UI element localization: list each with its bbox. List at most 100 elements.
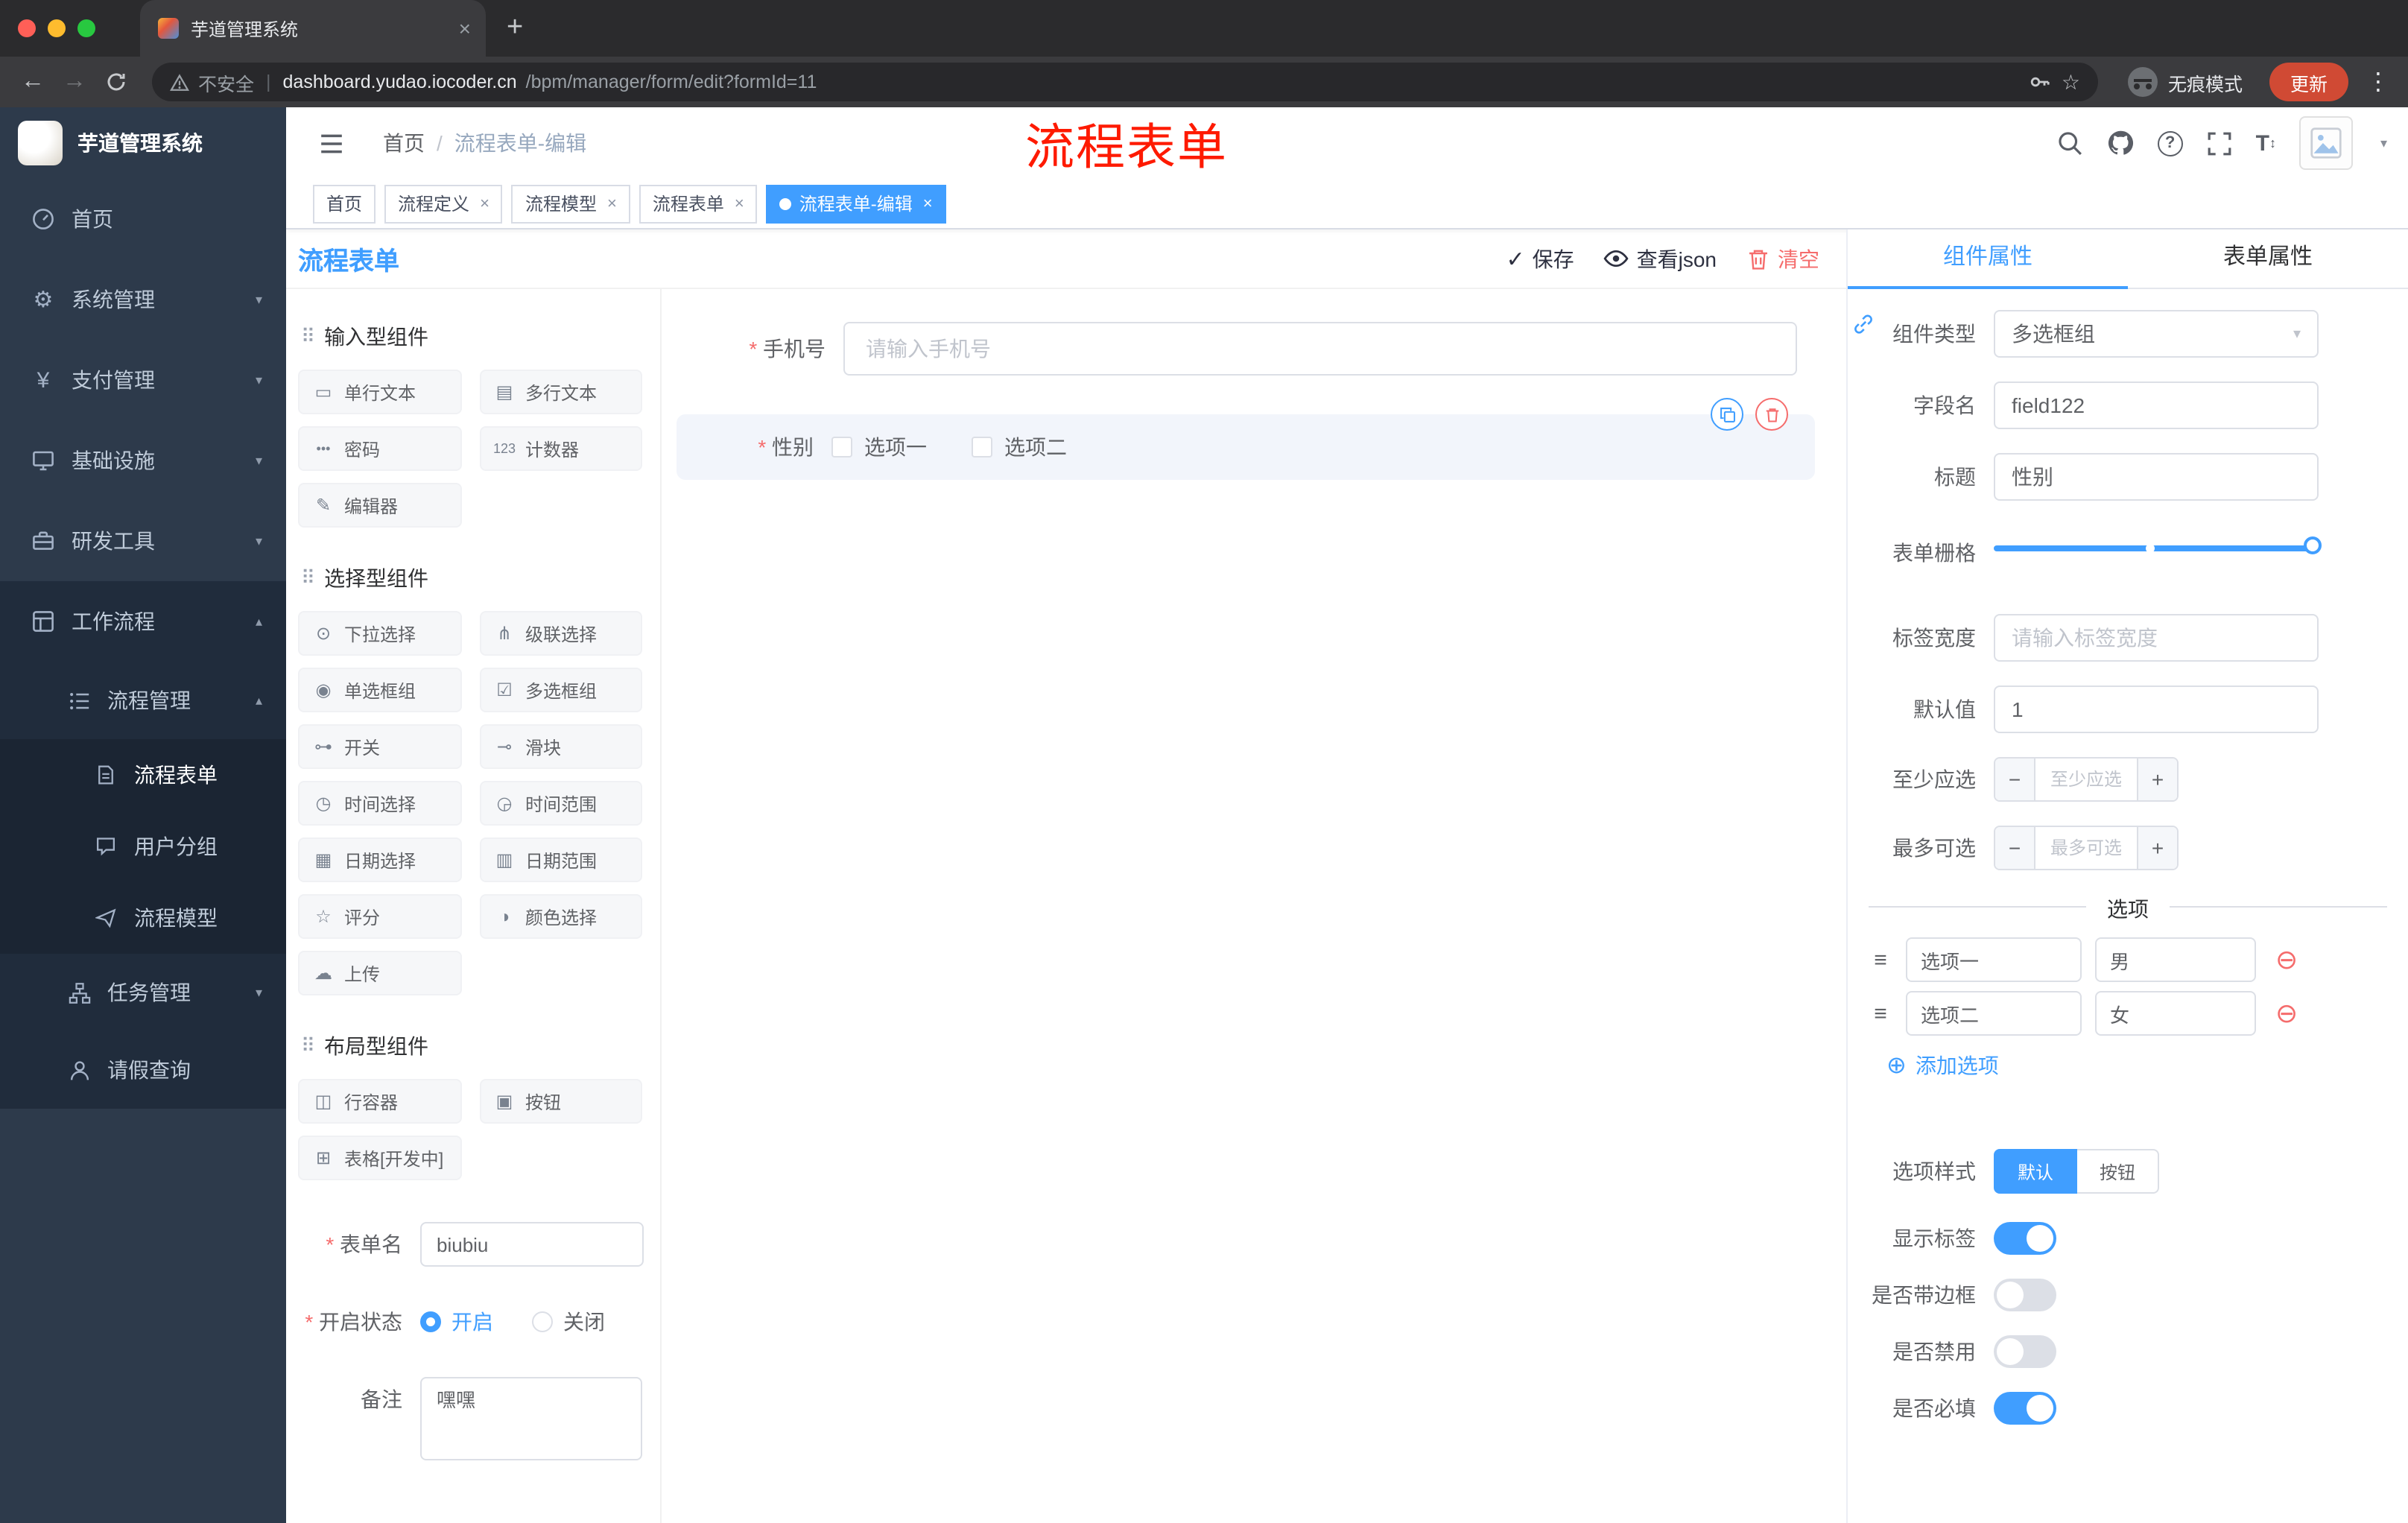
label-width-input[interactable] (1994, 614, 2319, 662)
clear-button[interactable]: 清空 (1746, 244, 1819, 273)
gender-option2-checkbox[interactable]: 选项二 (972, 432, 1067, 462)
avatar[interactable] (2299, 116, 2354, 170)
address-bar[interactable]: 不安全 | dashboard.yudao.iocoder.cn /bpm/ma… (152, 63, 2098, 101)
border-switch[interactable] (1994, 1279, 2056, 1311)
link-icon[interactable] (1852, 313, 1875, 335)
close-icon[interactable]: × (480, 194, 489, 212)
tag-process-form[interactable]: 流程表单 × (639, 184, 758, 223)
option-drag-handle-icon[interactable]: ≡ (1869, 947, 1892, 972)
sidebar-item-devtools[interactable]: 研发工具 ▾ (0, 501, 286, 581)
minimize-window-button[interactable] (48, 19, 66, 37)
required-switch[interactable] (1994, 1392, 2056, 1425)
palette-item-radio-group[interactable]: ◉ 单选框组 (298, 668, 461, 712)
fullscreen-icon[interactable] (2207, 130, 2232, 156)
tag-process-form-edit[interactable]: 流程表单-编辑 × (766, 184, 946, 223)
form-canvas[interactable]: 手机号 性别 (662, 289, 1846, 1523)
tag-process-model[interactable]: 流程模型 × (511, 184, 630, 223)
remark-textarea[interactable]: 嘿嘿 (420, 1377, 642, 1460)
new-tab-button[interactable]: + (507, 12, 523, 45)
status-on-radio[interactable]: 开启 (420, 1307, 493, 1337)
selected-component-gender[interactable]: 性别 选项一 选项二 (677, 398, 1815, 480)
checkbox-icon[interactable] (972, 437, 992, 457)
option-style-button-button[interactable]: 按钮 (2077, 1149, 2160, 1194)
palette-item-password[interactable]: ••• 密码 (298, 426, 461, 471)
option-label-input[interactable] (1906, 937, 2082, 982)
sidebar-item-process-management[interactable]: 流程管理 ▴ (0, 662, 286, 739)
sidebar-item-process-model[interactable]: 流程模型 (0, 882, 286, 954)
save-button[interactable]: ✓ 保存 (1506, 244, 1574, 273)
tab-close-icon[interactable]: × (459, 16, 471, 40)
palette-item-select[interactable]: ⊙ 下拉选择 (298, 611, 461, 656)
increase-icon[interactable]: + (2137, 759, 2177, 800)
palette-item-time-range[interactable]: ◶ 时间范围 (479, 781, 642, 826)
palette-item-date-range[interactable]: ▥ 日期范围 (479, 838, 642, 882)
sidebar-item-workflow[interactable]: 工作流程 ▴ (0, 581, 286, 662)
search-icon[interactable] (2056, 130, 2083, 156)
show-label-switch[interactable] (1994, 1222, 2056, 1255)
gender-option1-checkbox[interactable]: 选项一 (831, 432, 927, 462)
sidebar-item-user-groups[interactable]: 用户分组 (0, 811, 286, 882)
checkbox-icon[interactable] (831, 437, 852, 457)
browser-tab[interactable]: 芋道管理系统 × (140, 0, 486, 57)
app-logo-row[interactable]: 芋道管理系统 (0, 107, 286, 179)
password-key-icon[interactable] (2029, 70, 2053, 94)
palette-item-checkbox-group[interactable]: ☑ 多选框组 (479, 668, 642, 712)
palette-item-counter[interactable]: 123 计数器 (479, 426, 642, 471)
status-off-radio[interactable]: 关闭 (532, 1307, 605, 1337)
palette-item-time-picker[interactable]: ◷ 时间选择 (298, 781, 461, 826)
slider-handle[interactable] (2304, 536, 2322, 554)
sidebar-item-home[interactable]: 首页 (0, 179, 286, 259)
min-select-input[interactable] (2035, 759, 2137, 800)
palette-item-cascader[interactable]: ⋔ 级联选择 (479, 611, 642, 656)
reload-icon[interactable] (95, 70, 137, 94)
github-icon[interactable] (2107, 130, 2134, 156)
sidebar-item-infrastructure[interactable]: 基础设施 ▾ (0, 420, 286, 501)
palette-item-button[interactable]: ▣ 按钮 (479, 1079, 642, 1124)
decrease-icon[interactable]: − (1995, 759, 2035, 800)
slider-track[interactable] (1994, 545, 2319, 551)
browser-menu-icon[interactable]: ⋮ (2366, 67, 2390, 97)
bookmark-star-icon[interactable]: ☆ (2062, 69, 2080, 95)
palette-item-table-dev[interactable]: ⊞ 表格[开发中] (298, 1136, 461, 1180)
palette-item-switch[interactable]: ⊶ 开关 (298, 724, 461, 769)
decrease-icon[interactable]: − (1995, 827, 2035, 869)
remove-option-icon[interactable]: ⊖ (2275, 1000, 2298, 1027)
component-type-select[interactable]: 多选框组 ▾ (1994, 310, 2319, 358)
option-value-input[interactable] (2095, 991, 2256, 1036)
palette-item-upload[interactable]: ☁ 上传 (298, 951, 461, 995)
forward-icon[interactable]: → (54, 69, 95, 95)
palette-item-editor[interactable]: ✎ 编辑器 (298, 483, 461, 528)
add-option-button[interactable]: ⊕ 添加选项 (1848, 1051, 2408, 1080)
palette-item-slider[interactable]: ⊸ 滑块 (479, 724, 642, 769)
palette-item-rate[interactable]: ☆ 评分 (298, 894, 461, 939)
sidebar-item-system[interactable]: ⚙ 系统管理 ▾ (0, 259, 286, 340)
default-value-input[interactable] (1994, 685, 2319, 733)
disabled-switch[interactable] (1994, 1335, 2056, 1368)
tag-home[interactable]: 首页 (313, 184, 376, 223)
security-label[interactable]: 不安全 (198, 68, 254, 96)
tab-form-props[interactable]: 表单属性 (2128, 229, 2408, 288)
max-select-input[interactable] (2035, 827, 2137, 869)
option-label-input[interactable] (1906, 991, 2082, 1036)
option-value-input[interactable] (2095, 937, 2256, 982)
close-icon[interactable]: × (607, 194, 617, 212)
palette-item-row-container[interactable]: ◫ 行容器 (298, 1079, 461, 1124)
form-name-input[interactable] (420, 1222, 644, 1267)
collapse-sidebar-icon[interactable] (319, 130, 344, 156)
sidebar-item-process-form[interactable]: 流程表单 (0, 739, 286, 811)
close-icon[interactable]: × (923, 194, 933, 212)
form-grid-slider[interactable] (1994, 525, 2322, 572)
increase-icon[interactable]: + (2137, 827, 2177, 869)
close-window-button[interactable] (18, 19, 36, 37)
palette-item-color-picker[interactable]: ◑ 颜色选择 (479, 894, 642, 939)
phone-input[interactable] (843, 322, 1797, 376)
phone-field-row[interactable]: 手机号 (677, 322, 1813, 376)
palette-item-date-picker[interactable]: ▦ 日期选择 (298, 838, 461, 882)
close-icon[interactable]: × (735, 194, 744, 212)
font-size-icon[interactable]: T ↕ (2256, 130, 2276, 156)
browser-update-button[interactable]: 更新 (2269, 63, 2348, 101)
field-name-input[interactable] (1994, 381, 2319, 429)
breadcrumb-home[interactable]: 首页 (383, 128, 425, 158)
option-drag-handle-icon[interactable]: ≡ (1869, 1001, 1892, 1026)
max-select-stepper[interactable]: − + (1994, 826, 2179, 870)
